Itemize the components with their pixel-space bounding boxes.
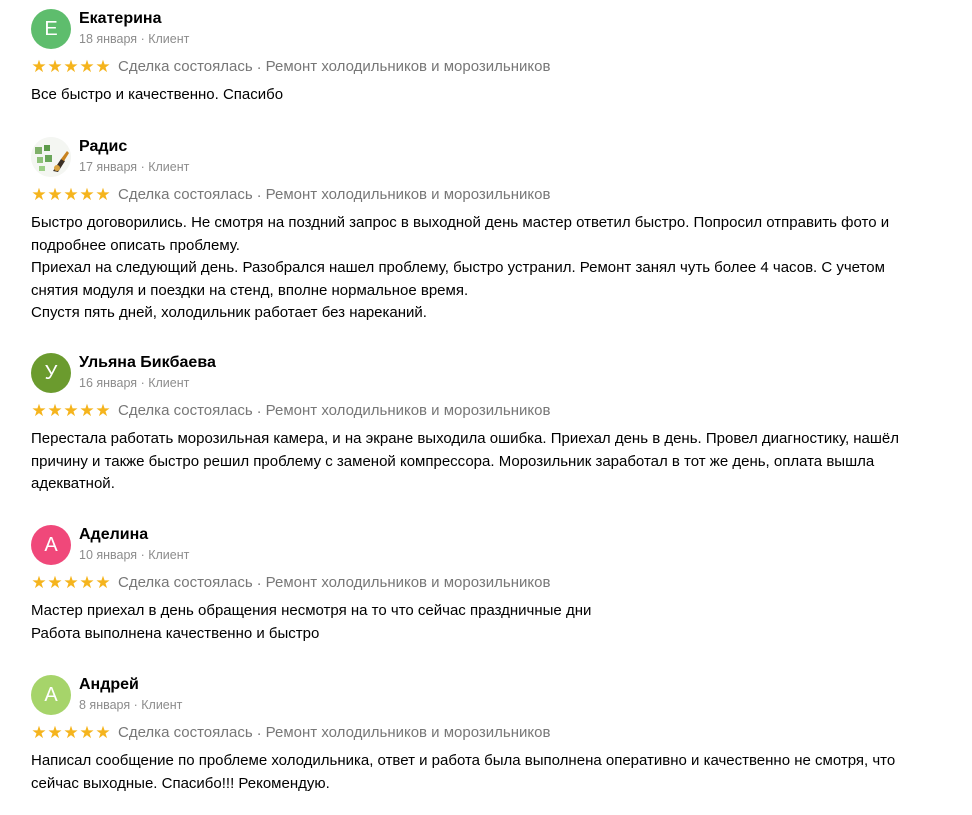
review-date: 8 января (79, 698, 131, 712)
review-date: 18 января (79, 32, 138, 46)
separator: · (256, 58, 262, 76)
reviewer-name[interactable]: Андрей (79, 675, 139, 695)
rating-row: ★ ★ ★ ★ ★ Сделка состоялась · Ремонт холодильн… (31, 185, 550, 205)
star-icon: ★ (31, 401, 47, 420)
review-paragraph: Перестала работать морозильная камера, и… (31, 430, 900, 492)
review-paragraph: Спустя пять дней, холодильник работает б… (31, 304, 427, 321)
review-paragraph: Мастер приехал в день обращения несмотря… (31, 602, 592, 619)
review-card: А Андрей 8 января · Клиент ★ ★ ★ ★ ★ Сделка … (31, 675, 941, 805)
separator: · (256, 574, 262, 592)
deal-status: Сделка состоялась (118, 58, 253, 75)
star-rating: ★ ★ ★ ★ ★ (31, 185, 111, 204)
star-icon: ★ (95, 57, 111, 76)
star-icon: ★ (63, 401, 79, 420)
deal-status: Сделка состоялась (118, 724, 253, 741)
star-rating: ★ ★ ★ ★ ★ (31, 57, 111, 76)
review-card: Радис 17 января · Клиент ★ ★ ★ ★ ★ Сделка со… (31, 137, 941, 327)
review-card: А Аделина 10 января · Клиент ★ ★ ★ ★ ★ Сделк… (31, 525, 941, 650)
review-date: 16 января (79, 376, 138, 390)
star-icon: ★ (31, 723, 47, 742)
star-icon: ★ (63, 573, 79, 592)
review-text: Быстро договорились. Не смотря на поздни… (31, 212, 936, 325)
review-meta: 16 января · Клиент (79, 376, 190, 390)
reviews-list: Е Екатерина 18 января · Клиент ★ ★ ★ ★ ★ Сде… (0, 0, 972, 815)
star-icon: ★ (95, 573, 111, 592)
review-meta: 10 января · Клиент (79, 548, 190, 562)
review-text: Написал сообщение по проблеме холодильни… (31, 750, 936, 795)
star-icon: ★ (95, 401, 111, 420)
reviewer-name[interactable]: Радис (79, 137, 127, 157)
review-meta: 17 января · Клиент (79, 160, 190, 174)
deal-status: Сделка состоялась (118, 186, 253, 203)
review-paragraph: Все быстро и качественно. Спасибо (31, 86, 284, 103)
review-paragraph: Приехал на следующий день. Разобрался на… (31, 259, 885, 299)
service-name: Ремонт холодильников и морозильников (265, 402, 551, 419)
star-icon: ★ (47, 185, 63, 204)
reviewer-role: Клиент (148, 376, 190, 390)
star-icon: ★ (79, 57, 95, 76)
review-paragraph: Быстро договорились. Не смотря на поздни… (31, 214, 890, 254)
reviewer-name[interactable]: Екатерина (79, 9, 161, 29)
separator: · (256, 186, 262, 204)
star-rating: ★ ★ ★ ★ ★ (31, 723, 111, 742)
review-meta: 8 января · Клиент (79, 698, 183, 712)
review-paragraph: Написал сообщение по проблеме холодильни… (31, 752, 896, 792)
reviewer-role: Клиент (148, 32, 190, 46)
service-name: Ремонт холодильников и морозильников (265, 186, 551, 203)
star-rating: ★ ★ ★ ★ ★ (31, 573, 111, 592)
avatar[interactable]: А (31, 525, 71, 565)
star-icon: ★ (47, 723, 63, 742)
star-icon: ★ (31, 57, 47, 76)
deal-status: Сделка состоялась (118, 402, 253, 419)
review-meta: 18 января · Клиент (79, 32, 190, 46)
review-text: Мастер приехал в день обращения несмотря… (31, 600, 936, 645)
star-icon: ★ (79, 573, 95, 592)
avatar[interactable] (31, 137, 71, 177)
star-icon: ★ (79, 723, 95, 742)
review-text: Перестала работать морозильная камера, и… (31, 428, 936, 496)
service-name: Ремонт холодильников и морозильников (265, 724, 551, 741)
service-name: Ремонт холодильников и морозильников (265, 58, 551, 75)
star-icon: ★ (79, 401, 95, 420)
reviewer-name[interactable]: Аделина (79, 525, 148, 545)
review-date: 17 января (79, 160, 138, 174)
star-icon: ★ (47, 401, 63, 420)
avatar[interactable]: У (31, 353, 71, 393)
separator: · (256, 724, 262, 742)
star-icon: ★ (63, 57, 79, 76)
review-card: Е Екатерина 18 января · Клиент ★ ★ ★ ★ ★ Сде… (31, 9, 941, 119)
review-date: 10 января (79, 548, 138, 562)
reviewer-role: Клиент (148, 548, 190, 562)
star-icon: ★ (47, 573, 63, 592)
avatar[interactable]: А (31, 675, 71, 715)
star-icon: ★ (63, 723, 79, 742)
star-icon: ★ (95, 185, 111, 204)
rating-row: ★ ★ ★ ★ ★ Сделка состоялась · Ремонт холодильн… (31, 57, 550, 77)
service-name: Ремонт холодильников и морозильников (265, 574, 551, 591)
reviewer-role: Клиент (141, 698, 183, 712)
rating-row: ★ ★ ★ ★ ★ Сделка состоялась · Ремонт холодильн… (31, 573, 550, 593)
star-icon: ★ (63, 185, 79, 204)
separator: · (256, 402, 262, 420)
avatar-photo-icon (31, 137, 71, 177)
avatar[interactable]: Е (31, 9, 71, 49)
star-icon: ★ (31, 573, 47, 592)
rating-row: ★ ★ ★ ★ ★ Сделка состоялась · Ремонт холодильн… (31, 723, 550, 743)
star-icon: ★ (95, 723, 111, 742)
star-icon: ★ (47, 57, 63, 76)
deal-status: Сделка состоялась (118, 574, 253, 591)
rating-row: ★ ★ ★ ★ ★ Сделка состоялась · Ремонт холодильн… (31, 401, 550, 421)
star-rating: ★ ★ ★ ★ ★ (31, 401, 111, 420)
review-text: Все быстро и качественно. Спасибо (31, 84, 936, 107)
star-icon: ★ (31, 185, 47, 204)
review-card: У Ульяна Бикбаева 16 января · Клиент ★ ★ ★… (31, 353, 941, 498)
reviewer-role: Клиент (148, 160, 190, 174)
review-paragraph: Работа выполнена качественно и быстро (31, 624, 320, 642)
star-icon: ★ (79, 185, 95, 204)
reviewer-name[interactable]: Ульяна Бикбаева (79, 353, 216, 373)
